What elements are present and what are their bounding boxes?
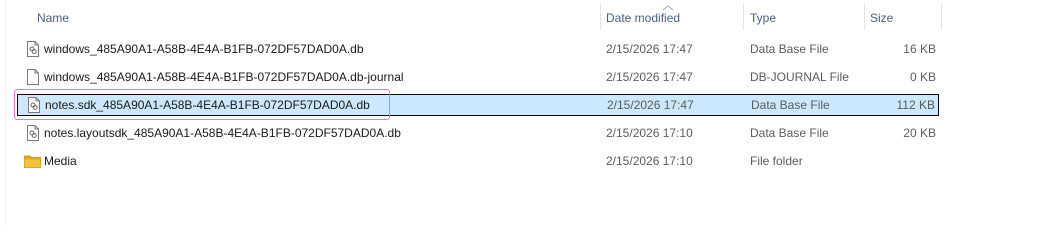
- file-type: File folder: [750, 154, 803, 168]
- folder-row[interactable]: Media 2/15/2026 17:10 File folder: [17, 150, 939, 172]
- file-row[interactable]: windows_485A90A1-A58B-4E4A-B1FB-072DF57D…: [17, 66, 939, 88]
- file-row[interactable]: notes.layoutsdk_485A90A1-A58B-4E4A-B1FB-…: [17, 122, 939, 144]
- file-type: Data Base File: [751, 98, 830, 112]
- column-divider[interactable]: [941, 4, 942, 30]
- file-type: Data Base File: [750, 126, 829, 140]
- db-file-icon: [27, 41, 39, 57]
- folder-icon: [24, 155, 41, 168]
- file-size: 112 KB: [896, 98, 935, 112]
- column-header-date-modified[interactable]: Date modified: [606, 4, 680, 30]
- column-divider[interactable]: [600, 4, 601, 30]
- file-name: windows_485A90A1-A58B-4E4A-B1FB-072DF57D…: [44, 42, 364, 56]
- file-type: Data Base File: [750, 42, 829, 56]
- file-date-modified: 2/15/2026 17:10: [606, 126, 693, 140]
- pane-border: [5, 0, 6, 226]
- column-divider[interactable]: [864, 4, 865, 30]
- file-name: windows_485A90A1-A58B-4E4A-B1FB-072DF57D…: [44, 70, 404, 84]
- file-date-modified: 2/15/2026 17:47: [607, 98, 694, 112]
- file-name: notes.layoutsdk_485A90A1-A58B-4E4A-B1FB-…: [44, 126, 401, 140]
- column-header-bar: Name Date modified Type Size: [0, 4, 1055, 30]
- column-header-name[interactable]: Name: [37, 4, 69, 30]
- file-date-modified: 2/15/2026 17:47: [606, 42, 693, 56]
- blank-file-icon: [27, 69, 39, 85]
- file-size: 20 KB: [903, 126, 936, 140]
- file-date-modified: 2/15/2026 17:10: [606, 154, 693, 168]
- file-row[interactable]: windows_485A90A1-A58B-4E4A-B1FB-072DF57D…: [17, 38, 939, 60]
- file-size: 0 KB: [909, 70, 936, 84]
- column-header-type[interactable]: Type: [750, 4, 776, 30]
- file-date-modified: 2/15/2026 17:47: [606, 70, 693, 84]
- file-type: DB-JOURNAL File: [750, 70, 849, 84]
- column-header-size[interactable]: Size: [870, 4, 893, 30]
- column-divider[interactable]: [743, 4, 744, 30]
- file-size: 16 KB: [903, 42, 936, 56]
- file-name: Media: [44, 154, 77, 168]
- db-file-icon: [27, 125, 39, 141]
- highlight-annotation: [14, 89, 390, 120]
